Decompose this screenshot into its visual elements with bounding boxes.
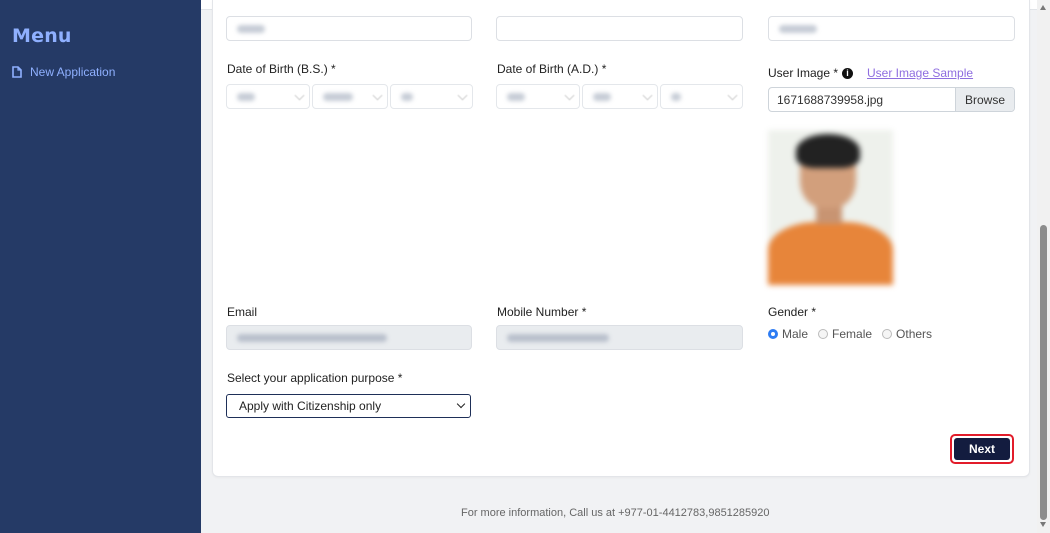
application-form-card: Date of Birth (B.S.) * Date of Birth (A.… (212, 0, 1030, 477)
user-image-label: User Image * i (768, 66, 854, 80)
last-name-input[interactable] (768, 16, 1015, 41)
chevron-down-icon (456, 399, 466, 409)
sidebar-item-new-application[interactable]: New Application (12, 65, 115, 79)
document-icon (12, 66, 22, 78)
scroll-up-arrow-icon[interactable] (1040, 5, 1046, 10)
gender-option-label: Female (832, 327, 873, 341)
purpose-selected-value: Apply with Citizenship only (239, 399, 382, 413)
mobile-label: Mobile Number * (497, 305, 587, 319)
scroll-thumb[interactable] (1040, 225, 1047, 520)
email-label: Email (227, 305, 258, 319)
file-name: 1671688739958.jpg (777, 92, 884, 107)
dob-ad-label: Date of Birth (A.D.) * (497, 62, 607, 76)
gender-option-others[interactable]: Others (882, 327, 932, 341)
gender-option-label: Male (782, 327, 809, 341)
dob-ad-month-select[interactable] (582, 84, 658, 109)
purpose-label: Select your application purpose * (227, 371, 403, 385)
gender-radio-group: Male Female Others (768, 327, 932, 341)
user-image-file-input[interactable]: 1671688739958.jpg Browse (768, 87, 1015, 112)
user-image-label-text: User Image * (768, 66, 839, 80)
dob-bs-day-select[interactable] (390, 84, 473, 109)
info-icon[interactable]: i (842, 68, 854, 79)
dob-bs-year-select[interactable] (226, 84, 310, 109)
menu-title: Menu (12, 25, 72, 47)
gender-option-label: Others (896, 327, 933, 341)
sidebar-item-label: New Application (30, 65, 116, 79)
gender-label: Gender * (768, 305, 817, 319)
next-button[interactable]: Next (950, 434, 1014, 464)
dob-bs-month-select[interactable] (312, 84, 388, 109)
user-image-sample-link[interactable]: User Image Sample (867, 66, 973, 80)
next-button-label: Next (954, 438, 1010, 460)
sidebar: Menu New Application (0, 0, 201, 533)
browse-button[interactable]: Browse (954, 88, 1014, 111)
email-field (226, 325, 472, 350)
radio-icon[interactable] (818, 329, 829, 339)
gender-option-female[interactable]: Female (818, 327, 872, 341)
footer-contact-text: For more information, Call us at +977-01… (461, 507, 770, 519)
purpose-select[interactable]: Apply with Citizenship only (226, 394, 471, 418)
gender-option-male[interactable]: Male (768, 327, 808, 341)
middle-name-input[interactable] (496, 16, 743, 41)
user-photo-preview (768, 130, 893, 285)
radio-icon[interactable] (882, 329, 893, 339)
dob-bs-label: Date of Birth (B.S.) * (227, 62, 336, 76)
dob-ad-year-select[interactable] (496, 84, 580, 109)
radio-checked-icon[interactable] (768, 329, 778, 339)
mobile-number-field (496, 325, 743, 350)
scrollbar[interactable] (1037, 0, 1050, 533)
scroll-down-arrow-icon[interactable] (1040, 522, 1046, 527)
first-name-input[interactable] (226, 16, 472, 41)
dob-ad-day-select[interactable] (660, 84, 743, 109)
